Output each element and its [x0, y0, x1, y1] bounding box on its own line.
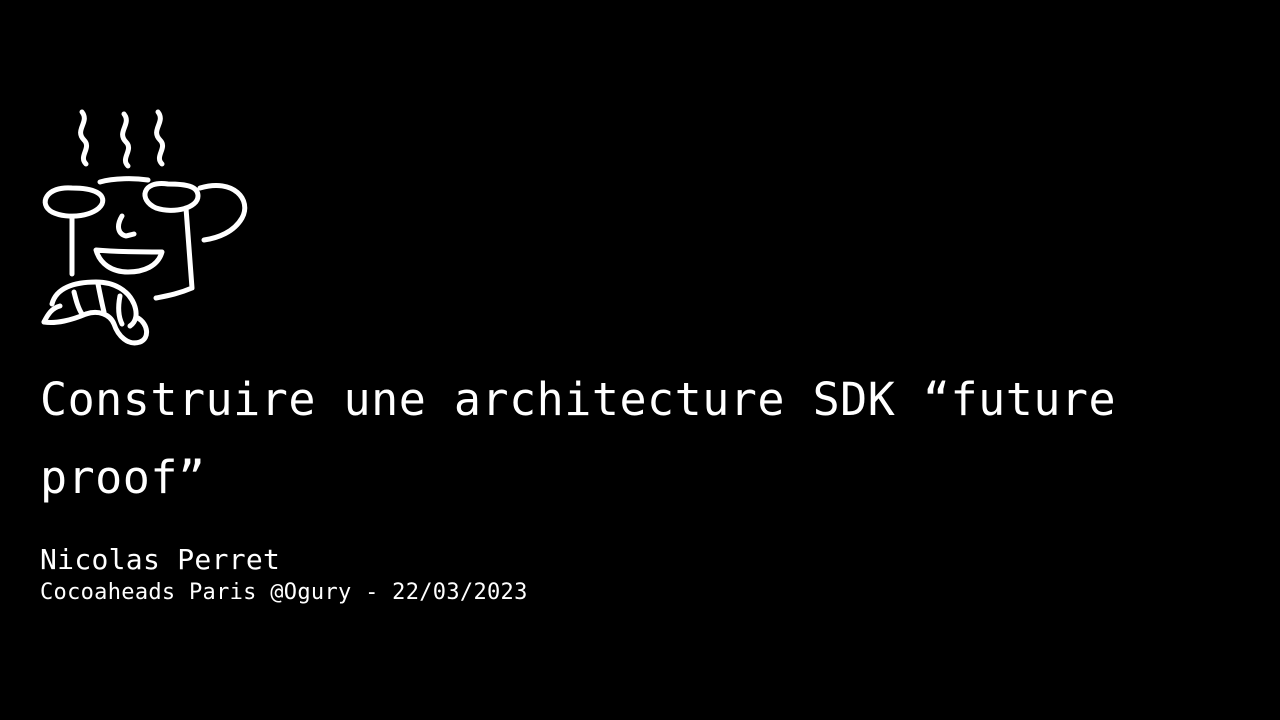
presentation-slide: Construire une architecture SDK “future …: [0, 0, 1280, 720]
coffee-mug-croissant-icon: [38, 108, 254, 350]
slide-title: Construire une architecture SDK “future …: [40, 373, 1117, 504]
author-name: Nicolas Perret: [40, 543, 281, 576]
event-info: Cocoaheads Paris @Ogury - 22/03/2023: [40, 580, 528, 605]
